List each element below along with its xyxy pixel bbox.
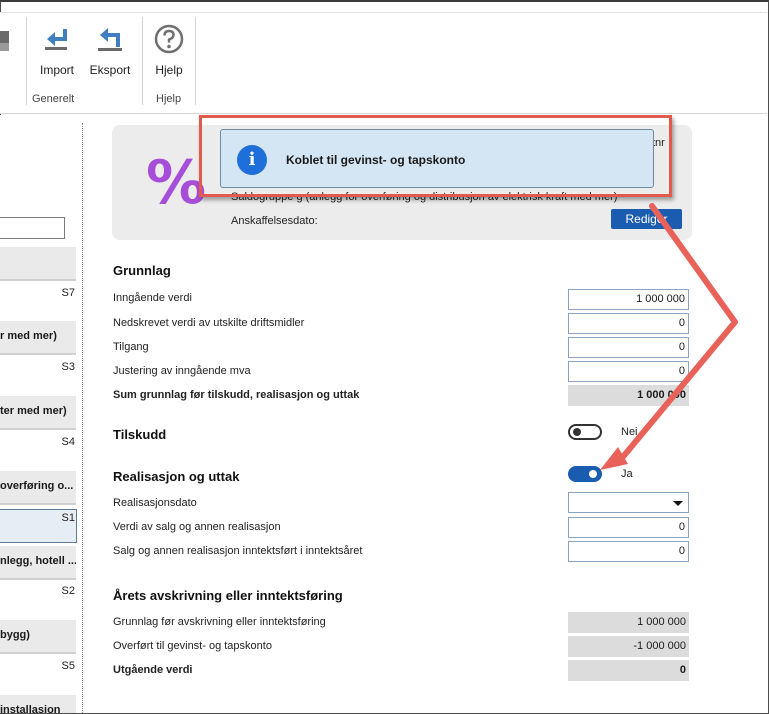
help-button[interactable]: Hjelp <box>144 23 194 83</box>
row-label: Salg og annen realisasjon inntektsført i… <box>113 545 363 557</box>
ribbon-separator <box>195 17 196 105</box>
list-item-label: bygg) <box>0 629 30 641</box>
list-item[interactable]: installasjon <box>0 695 76 713</box>
sum-value: 1 000 000 <box>568 385 689 406</box>
pane-splitter[interactable] <box>82 123 83 713</box>
vat-adjustment-input[interactable]: 0 <box>568 361 689 382</box>
closing-value-label: Utgående verdi <box>113 664 193 676</box>
export-button[interactable]: Eksport <box>85 23 135 83</box>
chevron-down-icon <box>673 501 683 506</box>
section-title-avskrivning: Årets avskrivning eller inntektsføring <box>113 588 343 603</box>
transferred-value: -1 000 000 <box>568 636 689 657</box>
income-recognised-input[interactable]: 0 <box>568 541 689 562</box>
info-icon: i <box>237 145 267 175</box>
grant-toggle[interactable] <box>568 424 602 440</box>
import-icon <box>45 29 67 50</box>
section-title-realisasjon: Realisasjon og uttak <box>113 469 240 484</box>
addition-input[interactable]: 0 <box>568 337 689 358</box>
list-item[interactable] <box>0 247 76 281</box>
print-label: rift <box>0 63 18 77</box>
row-label: Nedskrevet verdi av utskilte driftsmidle… <box>113 317 305 329</box>
sale-value-input[interactable]: 0 <box>568 517 689 538</box>
row-label: Realisasjonsdato <box>113 497 197 509</box>
list-item-label: r med mer) <box>0 330 57 342</box>
import-button[interactable]: Import <box>32 23 82 83</box>
ribbon-separator <box>26 17 27 105</box>
asset-list-pane: S7 r med mer) S3 ter med mer) S4 overfør… <box>0 115 82 713</box>
notification-text: Koblet til gevinst- og tapskonto <box>286 153 466 167</box>
grant-toggle-label: Nei <box>621 426 638 438</box>
list-item-label: ter med mer) <box>0 405 67 417</box>
help-icon <box>154 24 184 54</box>
list-item-code: S5 <box>61 660 75 672</box>
list-item[interactable]: nlegg, hotell ... <box>0 546 76 580</box>
list-item-code: S2 <box>61 585 75 597</box>
list-item-label: nlegg, hotell ... <box>0 555 76 567</box>
percent-icon: % <box>146 148 207 218</box>
filter-input[interactable] <box>0 217 65 239</box>
ribbon-separator <box>142 17 143 105</box>
print-button[interactable]: rift <box>0 23 18 83</box>
row-label: Tilgang <box>113 341 149 353</box>
help-label: Hjelp <box>155 63 183 77</box>
export-label: Eksport <box>89 63 131 77</box>
list-item[interactable]: ter med mer) <box>0 396 76 430</box>
realisation-toggle[interactable] <box>568 466 602 482</box>
list-item[interactable]: bygg) <box>0 620 76 654</box>
list-item-code: S3 <box>61 361 75 373</box>
edit-button[interactable]: Rediger <box>611 209 682 229</box>
section-title-tilskudd: Tilskudd <box>113 427 167 442</box>
closing-value: 0 <box>568 660 689 681</box>
export-icon <box>98 28 122 51</box>
row-label: Verdi av salg og annen realisasjon <box>113 521 281 533</box>
list-item-label: overføring o... <box>0 480 74 492</box>
list-item-code: S7 <box>61 287 75 299</box>
list-item-code: S4 <box>61 436 75 448</box>
ribbon-toolbar: rift Import Eksport Hjelp Generelt Hjelp <box>0 12 767 114</box>
row-label: Justering av inngående mva <box>113 365 251 377</box>
row-label: Grunnlag før avskrivning eller inntektsf… <box>113 616 326 628</box>
opening-value-input[interactable]: 1 000 000 <box>568 289 689 310</box>
written-down-value-input[interactable]: 0 <box>568 313 689 334</box>
realisation-toggle-label: Ja <box>621 468 633 480</box>
section-title-grunnlag: Grunnlag <box>113 263 171 278</box>
toggle-knob <box>573 428 581 436</box>
printer-icon <box>0 31 9 51</box>
import-label: Import <box>39 63 74 77</box>
group-general-label: Generelt <box>32 93 75 105</box>
row-label: Overført til gevinst- og tapskonto <box>113 640 272 652</box>
group-help-label: Hjelp <box>156 93 182 105</box>
list-item[interactable]: r med mer) <box>0 321 76 355</box>
depreciation-base-value: 1 000 000 <box>568 612 689 633</box>
list-item-code: S1 <box>61 512 75 524</box>
list-item-label: installasjon <box>0 704 61 713</box>
row-label: Inngående verdi <box>113 292 192 304</box>
toggle-knob <box>589 470 597 478</box>
list-item[interactable]: overføring o... <box>0 471 76 505</box>
realisation-date-select[interactable] <box>568 492 689 513</box>
acquisition-date-label: Anskaffelsesdato: <box>231 215 318 227</box>
sum-label: Sum grunnlag før tilskudd, realisasjon o… <box>113 389 360 401</box>
